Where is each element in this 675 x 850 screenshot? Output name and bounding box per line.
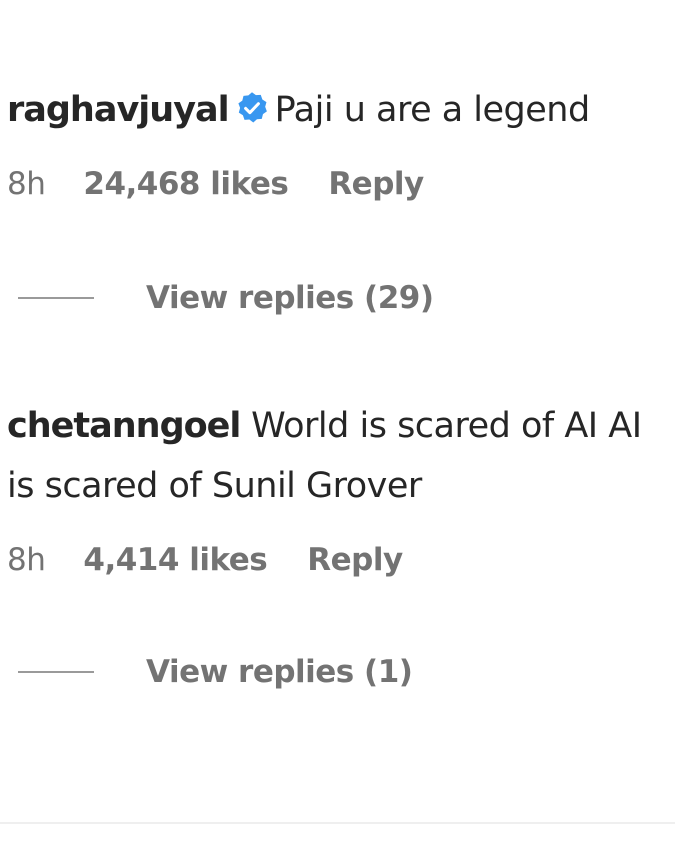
view-replies-button[interactable]: View replies (1) — [18, 654, 413, 690]
comment: chetanngoel World is scared of AI AI is … — [7, 396, 667, 578]
reply-button[interactable]: Reply — [307, 542, 403, 578]
comment-body: chetanngoel World is scared of AI AI is … — [7, 396, 667, 516]
view-replies-label: View replies (1) — [146, 654, 413, 690]
view-replies-label: View replies (29) — [146, 280, 434, 316]
comment-meta: 8h 24,468 likes Reply — [7, 166, 667, 202]
comment-time: 8h — [7, 542, 46, 578]
comment-text: Paji u are a legend — [274, 90, 591, 130]
comment-meta: 8h 4,414 likes Reply — [7, 542, 667, 578]
replies-divider-line — [18, 297, 94, 299]
bottom-divider — [0, 822, 675, 824]
comment-body: raghavjuyal Paji u are a legend — [7, 80, 667, 140]
view-replies-button[interactable]: View replies (29) — [18, 280, 434, 316]
comment-likes[interactable]: 4,414 likes — [83, 542, 267, 578]
comment-likes[interactable]: 24,468 likes — [83, 166, 288, 202]
replies-divider-line — [18, 671, 94, 673]
comment-username[interactable]: chetanngoel — [7, 406, 241, 446]
comment-username[interactable]: raghavjuyal — [7, 90, 230, 130]
verified-badge-icon — [238, 92, 267, 123]
comment: raghavjuyal Paji u are a legend 8h 24,46… — [7, 80, 667, 202]
reply-button[interactable]: Reply — [328, 166, 424, 202]
comment-time: 8h — [7, 166, 46, 202]
